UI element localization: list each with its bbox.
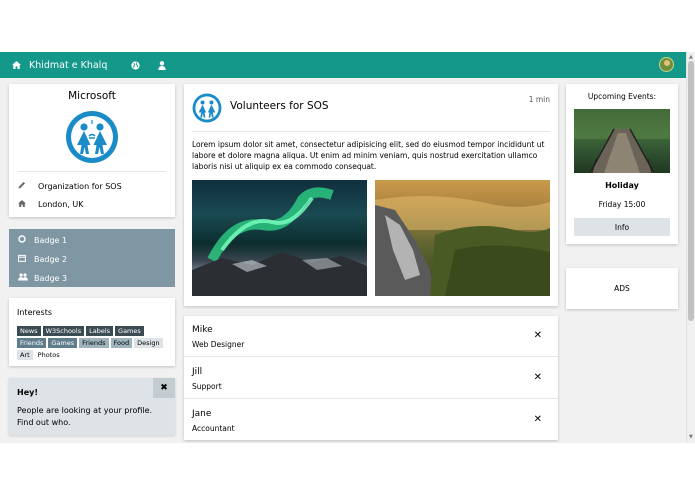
alert-text: People are looking at your profile. Find… bbox=[17, 406, 153, 427]
user-icon bbox=[158, 60, 167, 70]
scroll-up-icon[interactable]: ▲ bbox=[689, 54, 693, 60]
scrollbar-thumb[interactable] bbox=[688, 61, 694, 321]
event-date: Friday 15:00 bbox=[598, 200, 646, 209]
badge-item-1[interactable]: Badge 1 bbox=[18, 235, 67, 245]
profile-location: London, UK bbox=[38, 200, 84, 209]
calendar-icon bbox=[18, 254, 34, 264]
profile-divider bbox=[18, 171, 166, 172]
interests-title: Interests bbox=[17, 308, 52, 317]
interest-tag[interactable]: Labels bbox=[86, 326, 114, 336]
person-name: Mike bbox=[192, 325, 213, 335]
post-card: Volunteers for SOS 1 min Lorem ipsum dol… bbox=[184, 84, 558, 306]
users-icon bbox=[18, 273, 34, 283]
person-name: Jane bbox=[192, 409, 212, 419]
nav-globe-button[interactable] bbox=[122, 52, 149, 78]
home-icon bbox=[18, 200, 38, 209]
post-divider bbox=[192, 131, 550, 132]
home-icon bbox=[12, 61, 21, 69]
profile-alert: ✖ Hey! People are looking at your profil… bbox=[9, 378, 175, 435]
interest-tag[interactable]: Friends bbox=[79, 338, 109, 348]
user-avatar[interactable] bbox=[659, 57, 674, 72]
list-item: Mike Web Designer ✕ bbox=[184, 316, 558, 357]
scroll-down-icon[interactable]: ▼ bbox=[689, 434, 693, 440]
badge-label: Badge 3 bbox=[34, 273, 68, 283]
badge-item-2[interactable]: Badge 2 bbox=[18, 254, 67, 264]
profile-card: Microsoft Organization for SOS London, U… bbox=[9, 84, 175, 217]
interest-tag[interactable]: Games bbox=[48, 338, 78, 348]
interests-tag-list: News W3Schools Labels Games Friends Game… bbox=[17, 326, 167, 360]
remove-close-icon[interactable]: ✕ bbox=[534, 414, 542, 425]
badge-label: Badge 1 bbox=[34, 235, 68, 245]
circle-icon bbox=[18, 235, 34, 245]
page-top-margin bbox=[0, 0, 695, 52]
interest-tag[interactable]: Games bbox=[115, 326, 144, 336]
profile-organization-row: Organization for SOS bbox=[18, 181, 122, 191]
post-timestamp: 1 min bbox=[528, 95, 550, 104]
alert-close-button[interactable]: ✖ bbox=[153, 378, 175, 398]
event-info-button[interactable]: Info bbox=[574, 218, 670, 236]
interest-tag[interactable]: Design bbox=[134, 338, 163, 348]
pencil-icon bbox=[18, 181, 38, 191]
ads-card: ADS bbox=[566, 268, 678, 309]
post-title: Volunteers for SOS bbox=[230, 100, 329, 112]
interest-tag[interactable]: W3Schools bbox=[42, 326, 85, 336]
brand-link[interactable]: Khidmat e Khalq bbox=[0, 52, 116, 78]
alert-heading: Hey! bbox=[17, 388, 38, 397]
upcoming-events-card: Upcoming Events: Holiday Friday 15:00 In… bbox=[566, 84, 678, 244]
page-bottom-margin bbox=[0, 443, 695, 494]
people-list-card: Mike Web Designer ✕ Jill Support ✕ Jane … bbox=[184, 316, 558, 440]
badge-item-3[interactable]: Badge 3 bbox=[18, 273, 67, 283]
interest-tag[interactable]: Food bbox=[110, 338, 133, 348]
list-item: Jill Support ✕ bbox=[184, 358, 558, 399]
badge-label: Badge 2 bbox=[34, 254, 68, 264]
person-name: Jill bbox=[192, 367, 203, 377]
sos-logo-icon bbox=[192, 93, 222, 123]
interest-tag[interactable]: Art bbox=[17, 350, 33, 360]
profile-organization: Organization for SOS bbox=[38, 181, 122, 191]
mountain-photo bbox=[375, 180, 550, 296]
remove-close-icon[interactable]: ✕ bbox=[534, 372, 542, 383]
aurora-photo bbox=[192, 180, 367, 296]
interest-tag[interactable]: Friends bbox=[17, 338, 47, 348]
remove-close-icon[interactable]: ✕ bbox=[534, 330, 542, 341]
event-name: Holiday bbox=[605, 181, 639, 190]
interests-card: Interests News W3Schools Labels Games Fr… bbox=[9, 298, 175, 366]
person-role: Accountant bbox=[192, 424, 235, 433]
interest-tag[interactable]: Photos bbox=[35, 350, 63, 360]
top-navbar: Khidmat e Khalq bbox=[0, 52, 686, 78]
badges-panel: Badge 1 Badge 2 Badge 3 bbox=[9, 229, 175, 287]
ads-label: ADS bbox=[614, 284, 630, 293]
events-title: Upcoming Events: bbox=[587, 92, 657, 101]
brand-label: Khidmat e Khalq bbox=[29, 59, 108, 71]
interest-tag[interactable]: News bbox=[17, 326, 41, 336]
forest-bridge-photo bbox=[574, 109, 670, 173]
person-role: Support bbox=[192, 382, 222, 391]
page-scrollbar[interactable]: ▲ ▼ bbox=[686, 52, 695, 443]
nav-user-button[interactable] bbox=[149, 52, 175, 78]
globe-icon bbox=[131, 60, 140, 70]
profile-location-row: London, UK bbox=[18, 200, 84, 209]
profile-name: Microsoft bbox=[68, 90, 116, 102]
person-role: Web Designer bbox=[192, 340, 245, 349]
list-item: Jane Accountant ✕ bbox=[184, 400, 558, 441]
sos-logo-icon bbox=[66, 111, 118, 163]
post-body: Lorem ipsum dolor sit amet, consectetur … bbox=[192, 140, 545, 171]
